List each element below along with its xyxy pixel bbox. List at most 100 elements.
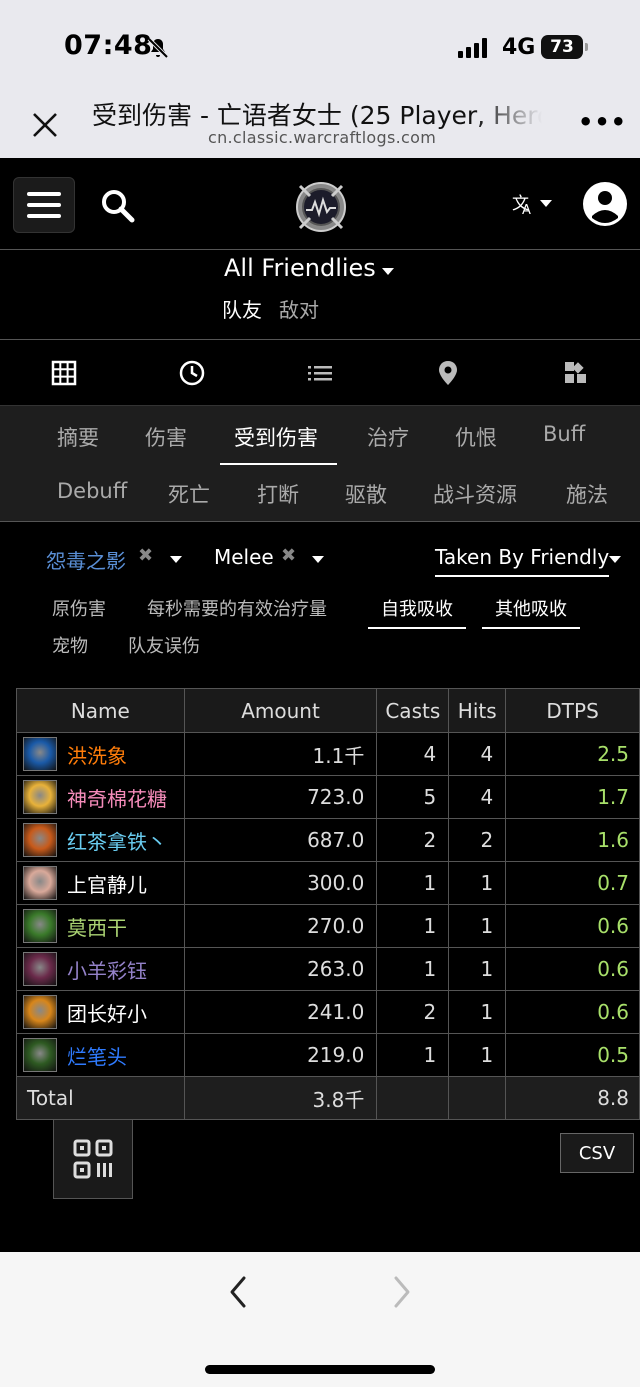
map-pin-icon — [439, 360, 457, 385]
page-title: 受到伤害 - 亡语者女士 (25 Player, Heroic) — [92, 101, 542, 130]
tab-interrupts[interactable]: 打断 — [257, 479, 299, 509]
csv-export-button[interactable]: CSV — [560, 1133, 634, 1173]
account-avatar-icon[interactable] — [583, 182, 627, 226]
clear-source-icon[interactable]: ✖ — [281, 545, 296, 566]
warcraftlogs-logo-icon[interactable] — [294, 180, 348, 234]
amount-cell: 687.0 — [183, 818, 378, 862]
clear-ability-icon[interactable]: ✖ — [138, 545, 153, 566]
filter-bar: 怨毒之影 ✖ Melee ✖ Taken By Friendly 原伤害 每秒需… — [0, 523, 640, 683]
clock-icon — [179, 360, 205, 385]
class-spec-icon — [23, 737, 57, 771]
bell-muted-icon — [147, 37, 169, 59]
casts-cell: 1 — [376, 861, 450, 905]
tab-debuffs[interactable]: Debuff — [57, 479, 127, 503]
col-amount[interactable]: Amount — [183, 688, 378, 733]
ability-filter[interactable]: 怨毒之影 — [46, 545, 126, 574]
class-spec-icon — [23, 1038, 57, 1072]
tab-threat[interactable]: 仇恨 — [455, 422, 497, 452]
amount-cell: 723.0 — [183, 775, 378, 819]
col-casts[interactable]: Casts — [376, 688, 450, 733]
tab-widgets-view[interactable] — [512, 340, 640, 405]
hits-cell: 4 — [448, 732, 507, 776]
tab-casts[interactable]: 施法 — [566, 479, 608, 509]
option-effective-heal-needed[interactable]: 每秒需要的有效治疗量 — [147, 595, 327, 621]
name-cell: 神奇棉花糖 — [16, 775, 185, 819]
tab-buffs[interactable]: Buff — [543, 422, 585, 446]
option-raw-damage[interactable]: 原伤害 — [52, 595, 106, 621]
table-row[interactable]: 上官静儿 300.0 1 1 0.7 — [16, 861, 640, 905]
table-row[interactable]: 小羊彩钰 263.0 1 1 0.6 — [16, 947, 640, 991]
tab-resources[interactable]: 战斗资源 — [433, 479, 517, 509]
forward-arrow-icon[interactable] — [390, 1274, 414, 1310]
tab-deaths[interactable]: 死亡 — [168, 479, 210, 509]
tab-dispels[interactable]: 驱散 — [345, 479, 387, 509]
language-icon[interactable]: 文 A — [510, 190, 558, 221]
tab-damage-taken[interactable]: 受到伤害 — [234, 422, 318, 452]
hits-cell: 1 — [448, 861, 507, 905]
player-name[interactable]: 小羊彩钰 — [67, 955, 147, 984]
total-hits — [448, 1076, 507, 1120]
tab-damage-done[interactable]: 伤害 — [145, 422, 187, 452]
option-self-absorb[interactable]: 自我吸收 — [368, 595, 466, 629]
actor-dropdown[interactable]: All Friendlies — [224, 254, 376, 282]
col-name[interactable]: Name — [16, 688, 185, 733]
tab-summary[interactable]: 摘要 — [57, 422, 99, 452]
hamburger-menu-button[interactable] — [13, 177, 75, 233]
table-row[interactable]: 洪洗象 1.1千 4 4 2.5 — [16, 732, 640, 776]
player-name[interactable]: 红茶拿铁丶 — [67, 826, 167, 855]
casts-cell: 2 — [376, 818, 450, 862]
tab-hostile[interactable]: 敌对 — [279, 294, 319, 323]
amount-cell: 1.1千 — [183, 732, 378, 776]
option-other-absorb[interactable]: 其他吸收 — [482, 595, 580, 629]
back-arrow-icon[interactable] — [226, 1274, 250, 1310]
player-name[interactable]: 烂笔头 — [67, 1041, 127, 1070]
player-name[interactable]: 洪洗象 — [67, 740, 127, 769]
search-icon[interactable] — [100, 188, 136, 224]
taken-by-dropdown[interactable]: Taken By Friendly — [435, 545, 610, 577]
list-icon — [308, 365, 332, 380]
casts-cell: 2 — [376, 990, 450, 1034]
browser-toolbar — [0, 1252, 640, 1387]
name-cell: 上官静儿 — [16, 861, 185, 905]
table-row[interactable]: 莫西干 270.0 1 1 0.6 — [16, 904, 640, 948]
tab-timeline-view[interactable] — [128, 340, 256, 405]
player-name[interactable]: 神奇棉花糖 — [67, 783, 167, 812]
option-friendly-fire[interactable]: 队友误伤 — [128, 632, 200, 658]
tab-healing[interactable]: 治疗 — [367, 422, 409, 452]
table-row[interactable]: 团长好小 241.0 2 1 0.6 — [16, 990, 640, 1034]
site-navbar: 文 A — [0, 158, 640, 250]
hits-cell: 1 — [448, 990, 507, 1034]
chevron-down-icon[interactable] — [170, 556, 182, 563]
table-header-row: Name Amount Casts Hits DTPS — [16, 688, 640, 733]
chevron-down-icon[interactable] — [609, 556, 621, 563]
status-time: 07:48 — [64, 30, 153, 61]
network-type: 4G — [502, 35, 536, 60]
page-url[interactable]: cn.classic.warcraftlogs.com — [208, 128, 436, 147]
dtps-cell: 1.7 — [505, 775, 640, 819]
signal-icon — [458, 38, 487, 58]
name-cell: 团长好小 — [16, 990, 185, 1034]
close-icon[interactable] — [30, 110, 60, 140]
player-name[interactable]: 上官静儿 — [67, 869, 147, 898]
class-spec-icon — [23, 909, 57, 943]
chevron-down-icon[interactable] — [382, 268, 394, 275]
amount-cell: 300.0 — [183, 861, 378, 905]
qr-code-button[interactable] — [53, 1119, 133, 1199]
option-pets[interactable]: 宠物 — [52, 632, 88, 658]
player-name[interactable]: 莫西干 — [67, 912, 127, 941]
col-hits[interactable]: Hits — [448, 688, 507, 733]
tab-table-view[interactable] — [0, 340, 128, 405]
casts-cell: 4 — [376, 732, 450, 776]
table-row[interactable]: 红茶拿铁丶 687.0 2 2 1.6 — [16, 818, 640, 862]
col-dtps[interactable]: DTPS — [505, 688, 640, 733]
chevron-down-icon[interactable] — [312, 556, 324, 563]
tab-map-view[interactable] — [384, 340, 512, 405]
player-name[interactable]: 团长好小 — [67, 998, 147, 1027]
table-row[interactable]: 神奇棉花糖 723.0 5 4 1.7 — [16, 775, 640, 819]
name-cell: 小羊彩钰 — [16, 947, 185, 991]
tab-friendly[interactable]: 队友 — [222, 294, 262, 323]
more-menu-icon[interactable]: ••• — [578, 108, 627, 136]
table-row[interactable]: 烂笔头 219.0 1 1 0.5 — [16, 1033, 640, 1077]
source-filter[interactable]: Melee — [214, 545, 274, 569]
tab-list-view[interactable] — [256, 340, 384, 405]
